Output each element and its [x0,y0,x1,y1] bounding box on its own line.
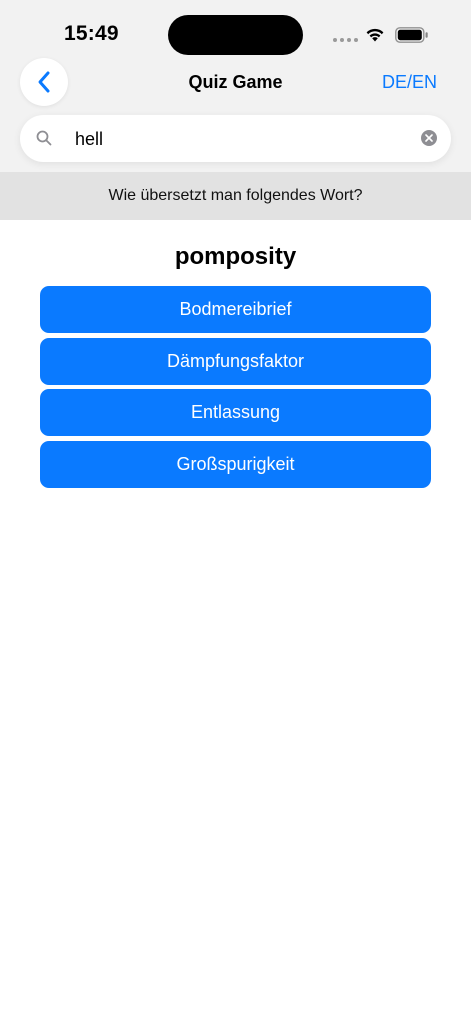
screen: 15:49 Quiz Game DE/EN hell Wie übersetzt… [0,0,471,1024]
question-word: pomposity [174,243,297,270]
answer-button[interactable]: Großspurigkeit [40,440,431,488]
quiz-prompt-text: Wie übersetzt man folgendes Wort? [108,187,363,204]
clear-icon[interactable] [421,130,437,146]
cellular-signal-icon [333,38,358,42]
quiz-prompt: Wie übersetzt man folgendes Wort? [0,172,471,220]
dynamic-island [168,15,303,55]
answer-list: Bodmereibrief Dämpfungsfaktor Entlassung… [40,286,431,492]
search-icon [36,130,52,146]
search-bar[interactable] [20,115,451,162]
language-toggle-button[interactable]: DE/EN [382,72,437,93]
answer-button[interactable]: Bodmereibrief [40,286,431,333]
status-time: 15:49 [64,22,119,45]
answer-button[interactable]: Dämpfungsfaktor [40,337,431,385]
battery-icon [395,27,428,43]
wifi-icon [366,28,384,42]
answer-button[interactable]: Entlassung [40,389,431,436]
search-input[interactable] [75,125,405,153]
